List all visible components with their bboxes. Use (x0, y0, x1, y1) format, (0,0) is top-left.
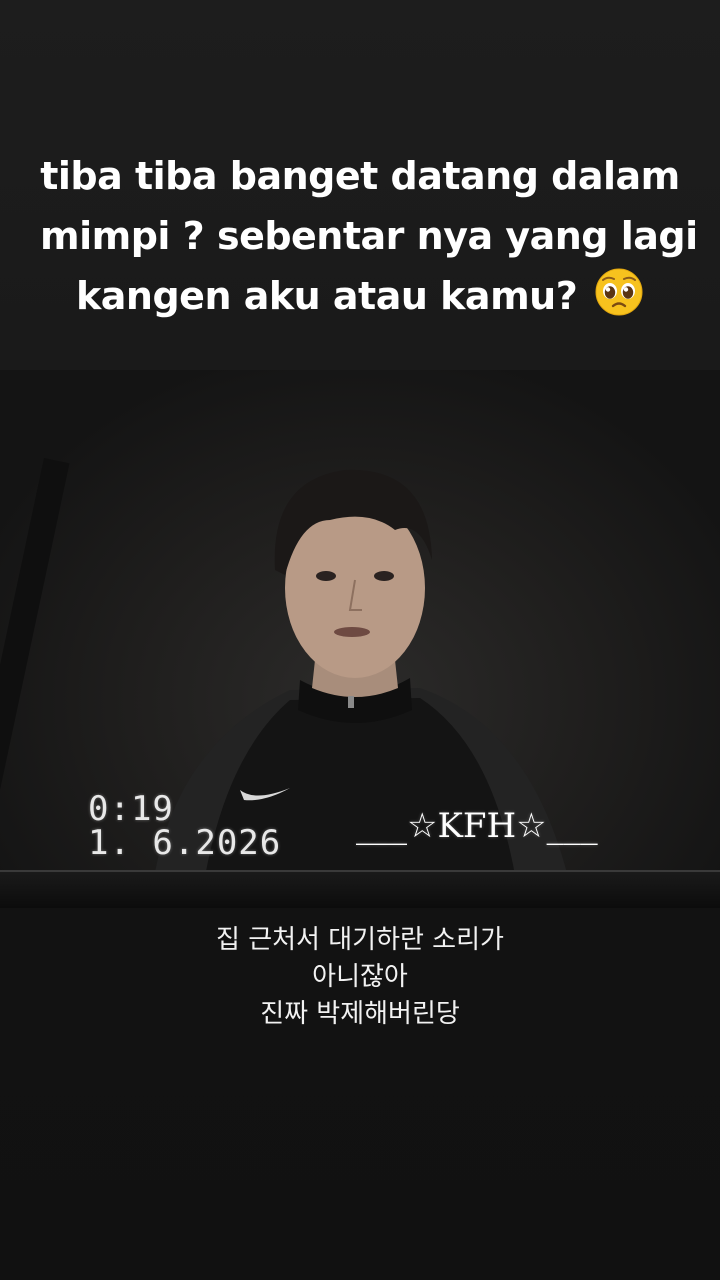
caption-line-1: tiba tiba banget datang dalam (40, 154, 680, 198)
vhs-scanline (0, 870, 720, 908)
watermark-kfh: ___☆KFH☆___ (356, 806, 598, 846)
subtitle-text: 집 근처서 대기하란 소리가 아니잖아 진짜 박제해버린당 (0, 922, 720, 1033)
subtitle-line-1: 집 근처서 대기하란 소리가 (216, 925, 504, 955)
subtitle-line-2: 아니잖아 (312, 962, 408, 992)
caption-line-3: kangen aku atau kamu? (40, 266, 680, 326)
timestamp-time: 0:19 (88, 789, 174, 829)
vhs-timestamp: 0:19 1. 6.2026 (88, 792, 281, 860)
video-post-screen[interactable]: tiba tiba banget datang dalam mimpi ? se… (0, 0, 720, 1280)
caption-overlay: tiba tiba banget datang dalam mimpi ? se… (0, 0, 720, 370)
video-frame[interactable]: 0:19 1. 6.2026 ___☆KFH☆___ (0, 370, 720, 908)
timestamp-date: 1. 6.2026 (88, 823, 282, 863)
pleading-face-emoji-icon (595, 268, 643, 316)
caption-line-2: mimpi ? sebentar nya yang lagi (40, 214, 698, 258)
subtitle-line-3: 진짜 박제해버린당 (260, 999, 460, 1029)
caption-line-3-text: kangen aku atau kamu? (76, 274, 578, 318)
caption-text: tiba tiba banget datang dalam mimpi ? se… (40, 146, 698, 326)
